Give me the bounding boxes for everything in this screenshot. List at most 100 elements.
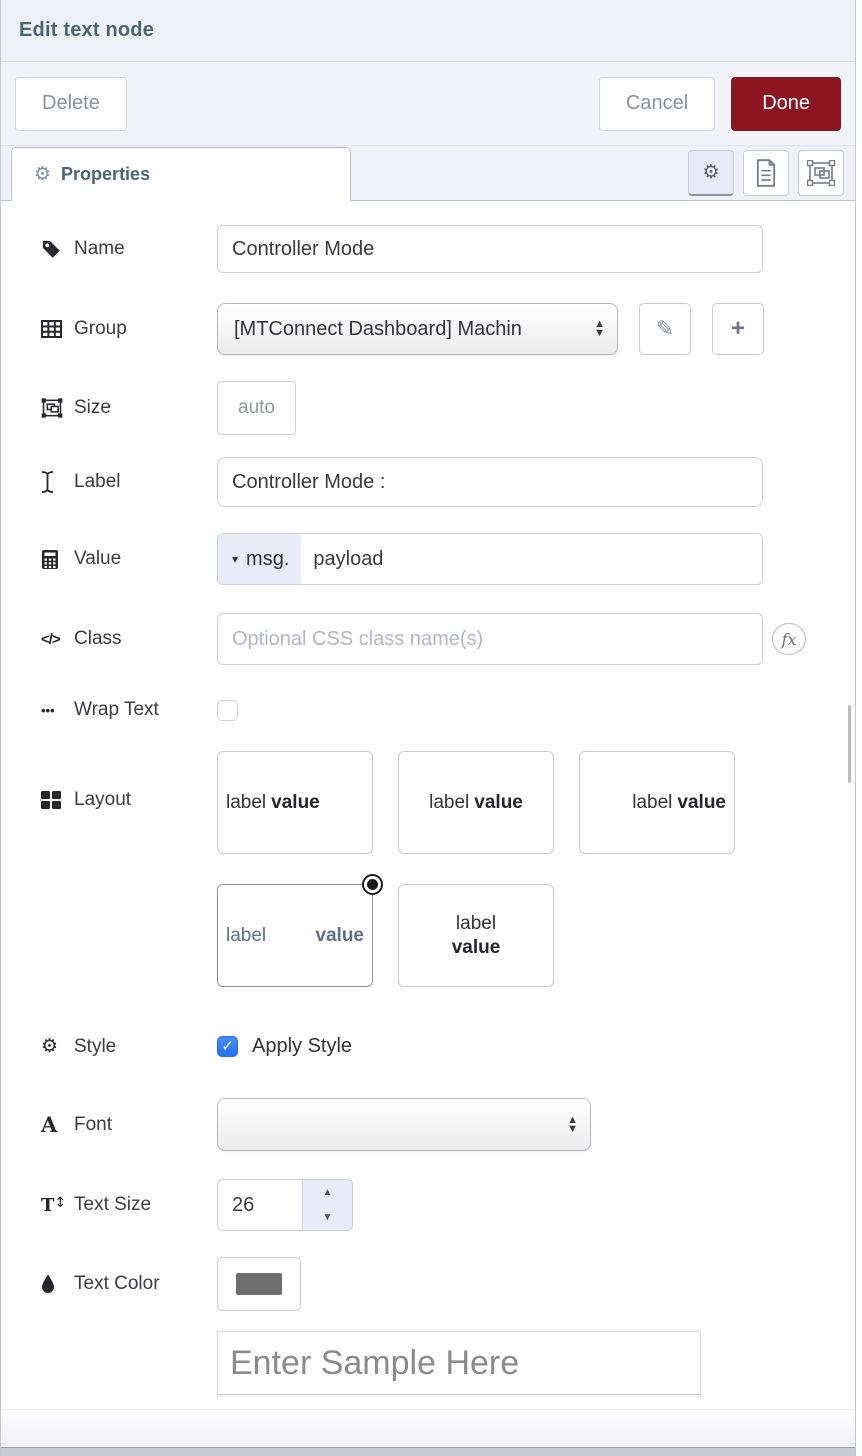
color-swatch xyxy=(236,1273,282,1295)
arrow-up-icon: ▲ xyxy=(323,1187,333,1198)
layout-label: Layout xyxy=(41,751,217,811)
font-select[interactable]: ▲▼ xyxy=(217,1098,591,1151)
name-label: Name xyxy=(41,238,217,260)
grid-icon xyxy=(41,791,65,809)
class-input[interactable] xyxy=(217,613,763,665)
fx-icon: fx xyxy=(782,630,797,649)
text-color-button[interactable] xyxy=(217,1257,301,1311)
name-row: Name xyxy=(41,225,855,273)
text-size-label: T↕ Text Size xyxy=(41,1194,217,1216)
group-row: Group [MTConnect Dashboard] Machin ▲▼ ✎ … xyxy=(41,303,855,355)
footer-zone xyxy=(1,1409,855,1447)
text-height-icon: T↕ xyxy=(41,1195,65,1216)
i-cursor-icon xyxy=(41,471,65,493)
apply-style-label: Apply Style xyxy=(252,1035,352,1058)
footer-strip xyxy=(1,1447,855,1456)
select-updown-icon: ▲▼ xyxy=(594,320,605,338)
spinner-up-button[interactable]: ▲ xyxy=(303,1180,352,1205)
select-updown-icon: ▲▼ xyxy=(567,1116,578,1134)
size-label: Size xyxy=(41,397,217,419)
size-button[interactable]: auto xyxy=(217,381,296,435)
plus-icon: + xyxy=(731,315,745,343)
name-input[interactable] xyxy=(217,225,763,273)
action-bar: Delete Cancel Done xyxy=(1,62,855,146)
tag-icon xyxy=(41,239,65,259)
object-group-icon xyxy=(807,160,835,186)
value-input[interactable] xyxy=(301,534,762,584)
tab-bar: ⚙ Properties ⚙ xyxy=(1,146,855,201)
tint-icon xyxy=(41,1274,65,1294)
calculator-icon xyxy=(41,549,65,570)
code-icon: </> xyxy=(41,631,65,648)
value-type-button[interactable]: ▾ msg. xyxy=(218,534,301,584)
wrap-text-row: ••• Wrap Text xyxy=(41,699,855,721)
tab-toolbar: ⚙ xyxy=(688,150,844,196)
wrap-text-label: ••• Wrap Text xyxy=(41,699,217,721)
layout-option-row-split-selected[interactable]: label value xyxy=(217,884,373,987)
appearance-view-button[interactable] xyxy=(798,150,844,196)
gear-icon: ⚙ xyxy=(702,161,719,184)
description-view-button[interactable] xyxy=(743,150,789,196)
table-icon xyxy=(41,320,65,338)
label-label: Label xyxy=(41,471,217,493)
value-label: Value xyxy=(41,548,217,570)
edit-group-button[interactable]: ✎ xyxy=(639,303,691,355)
text-size-input[interactable] xyxy=(218,1180,302,1230)
font-row: A Font ▲▼ xyxy=(41,1098,855,1151)
layout-options: label value label value label value xyxy=(217,751,735,987)
value-typed-input: ▾ msg. xyxy=(217,533,763,585)
text-size-spinner: ▲ ▼ xyxy=(217,1179,353,1231)
layout-option-row-left[interactable]: label value xyxy=(217,751,373,854)
value-type-label: msg. xyxy=(246,548,289,571)
class-label: </> Class xyxy=(41,628,217,650)
scrollbar-thumb[interactable] xyxy=(848,705,851,783)
selected-radio-icon xyxy=(362,874,383,895)
dialog-header: Edit text node xyxy=(1,0,855,62)
sample-text-input[interactable] xyxy=(217,1331,701,1395)
style-label: ⚙ Style xyxy=(41,1035,217,1058)
properties-view-button[interactable]: ⚙ xyxy=(688,150,734,196)
apply-style-checkbox[interactable] xyxy=(217,1036,238,1057)
sample-row xyxy=(41,1331,855,1395)
size-row: Size auto xyxy=(41,381,855,435)
ellipsis-icon: ••• xyxy=(41,703,65,718)
tab-properties[interactable]: ⚙ Properties xyxy=(11,147,351,201)
dialog-title: Edit text node xyxy=(19,19,154,42)
font-icon: A xyxy=(41,1112,65,1137)
object-group-icon xyxy=(41,398,65,418)
layout-option-stacked-center[interactable]: label value xyxy=(398,884,554,987)
class-row: </> Class fx xyxy=(41,613,855,665)
wrap-text-checkbox[interactable] xyxy=(217,700,238,721)
gear-icon: ⚙ xyxy=(34,163,51,186)
spinner-buttons: ▲ ▼ xyxy=(302,1180,352,1230)
properties-form: Name Group xyxy=(1,201,855,1409)
layout-row: Layout label value label value label xyxy=(41,751,855,987)
layout-option-row-right[interactable]: label value xyxy=(579,751,735,854)
group-select[interactable]: [MTConnect Dashboard] Machin ▲▼ xyxy=(217,303,618,355)
delete-button[interactable]: Delete xyxy=(15,77,127,131)
text-color-row: Text Color xyxy=(41,1257,855,1311)
arrow-down-icon: ▼ xyxy=(323,1212,333,1223)
cancel-button[interactable]: Cancel xyxy=(599,77,715,131)
font-label: A Font xyxy=(41,1112,217,1137)
gear-icon: ⚙ xyxy=(41,1035,65,1058)
tab-properties-label: Properties xyxy=(61,164,150,185)
layout-option-row-center[interactable]: label value xyxy=(398,751,554,854)
edit-tray: Edit text node Delete Cancel Done ⚙ Prop… xyxy=(0,0,856,1456)
value-row: Value ▾ msg. xyxy=(41,533,855,585)
edit-text-node-dialog: Edit text node Delete Cancel Done ⚙ Prop… xyxy=(0,0,862,1456)
done-button[interactable]: Done xyxy=(731,77,841,131)
group-select-value: [MTConnect Dashboard] Machin xyxy=(234,318,586,341)
fx-expression-button[interactable]: fx xyxy=(772,623,806,655)
text-size-row: T↕ Text Size ▲ ▼ xyxy=(41,1179,855,1231)
label-input[interactable] xyxy=(217,457,763,507)
label-row: Label xyxy=(41,457,855,507)
style-row: ⚙ Style Apply Style xyxy=(41,1035,855,1058)
add-group-button[interactable]: + xyxy=(712,303,764,355)
spinner-down-button[interactable]: ▼ xyxy=(303,1205,352,1230)
document-icon xyxy=(754,159,778,187)
group-label: Group xyxy=(41,318,217,340)
text-color-label: Text Color xyxy=(41,1273,217,1295)
pencil-icon: ✎ xyxy=(656,316,674,342)
caret-down-icon: ▾ xyxy=(232,552,238,566)
